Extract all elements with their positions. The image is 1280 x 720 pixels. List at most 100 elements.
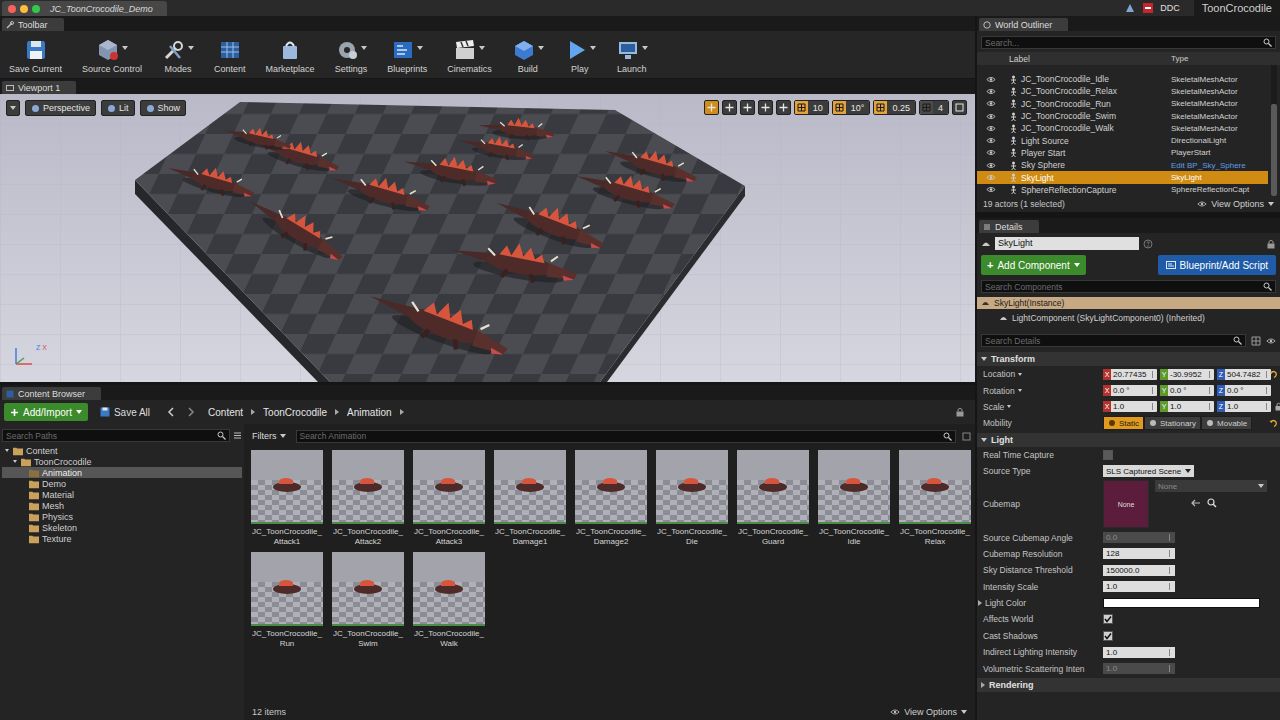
vector-component-field[interactable]: Z504.7482 <box>1217 369 1271 380</box>
view-options-button[interactable]: View Options <box>1197 199 1274 209</box>
vector-component-field[interactable]: Y1.0 <box>1160 401 1214 412</box>
breadcrumb-item[interactable]: Animation <box>347 407 391 418</box>
outliner-row[interactable]: SkyLightSkyLight <box>977 171 1268 183</box>
panel-tab[interactable]: Toolbar <box>2 18 64 31</box>
folder-item[interactable]: ToonCrocodile <box>2 456 242 467</box>
actor-name-field[interactable]: SkyLight <box>995 237 1139 250</box>
toolbar-button[interactable]: Content <box>207 36 253 74</box>
animation-asset[interactable]: JC_ToonCrocodile_Run <box>248 552 326 649</box>
animation-asset[interactable]: JC_ToonCrocodile_Attack2 <box>329 450 407 547</box>
viewport-menu-button[interactable] <box>6 100 20 116</box>
animation-asset[interactable]: JC_ToonCrocodile_Damage1 <box>491 450 569 547</box>
column-header[interactable]: Label <box>1005 54 1171 64</box>
panel-tab[interactable]: World Outliner <box>979 18 1068 31</box>
vector-component-field[interactable]: X1.0 <box>1103 401 1157 412</box>
column-header[interactable]: Type <box>1171 54 1280 63</box>
folder-item[interactable]: Skeleton <box>2 522 242 533</box>
vector-component-field[interactable]: Z1.0 <box>1217 401 1271 412</box>
crocodile-model[interactable] <box>477 114 555 142</box>
checkbox[interactable] <box>1103 450 1113 460</box>
source-control-icon[interactable] <box>1124 2 1136 14</box>
section-header[interactable]: Rendering <box>977 678 1280 692</box>
folder-item[interactable]: Texture <box>2 533 242 544</box>
vector-component-field[interactable]: Z0.0 ° <box>1217 385 1271 396</box>
folder-item[interactable]: Mesh <box>2 500 242 511</box>
folder-item[interactable]: Material <box>2 489 242 500</box>
search-paths-field[interactable]: Search Paths <box>2 429 230 442</box>
source-type-dropdown[interactable]: SLS Captured Scene <box>1103 465 1194 477</box>
details-search-field[interactable]: Search Details <box>981 334 1246 347</box>
folder-item[interactable]: Physics <box>2 511 242 522</box>
toolbar-button[interactable]: Save Current <box>2 36 69 74</box>
crocodile-model[interactable] <box>221 120 294 154</box>
reset-to-default-icon[interactable] <box>1269 419 1278 428</box>
crocodile-model[interactable] <box>448 232 580 290</box>
section-header[interactable]: Light <box>977 433 1280 447</box>
toolbar-button[interactable]: Modes <box>155 36 201 74</box>
outliner-row[interactable]: JC_ToonCrocodile_RelaxSkeletalMeshActor <box>977 85 1268 97</box>
snap-setting[interactable]: 10 <box>794 100 829 115</box>
toolbar-button[interactable]: Settings <box>328 36 375 74</box>
search-assets-field[interactable]: Search Animation <box>296 430 957 443</box>
breadcrumb-separator[interactable] <box>335 409 339 415</box>
history-icon[interactable] <box>962 432 971 441</box>
mobility-option[interactable]: Movable <box>1201 416 1252 430</box>
vector-component-field[interactable]: Y-30.9952 <box>1160 369 1214 380</box>
toolbar-button[interactable]: Launch <box>609 36 655 74</box>
number-field[interactable]: 150000.0 <box>1103 565 1175 576</box>
panel-tab[interactable]: Details <box>979 220 1039 233</box>
animation-asset[interactable]: JC_ToonCrocodile_Idle <box>815 450 893 547</box>
number-field[interactable]: 1.0 <box>1103 581 1175 592</box>
outliner-row[interactable]: Player StartPlayerStart <box>977 147 1268 159</box>
section-header[interactable]: Transform <box>977 352 1280 366</box>
snap-setting[interactable]: 10° <box>832 100 871 115</box>
outliner-row[interactable]: JC_ToonCrocodile_IdleSkeletalMeshActor <box>977 73 1268 85</box>
breadcrumb-separator[interactable] <box>400 409 404 415</box>
toolbar-button[interactable]: Play <box>557 36 603 74</box>
filters-button[interactable]: Filters <box>248 431 290 441</box>
snap-setting[interactable]: 0.25 <box>873 100 916 115</box>
animation-asset[interactable]: JC_ToonCrocodile_Die <box>653 450 731 547</box>
panel-tab[interactable]: Viewport 1 <box>2 81 76 94</box>
transform-tool[interactable] <box>740 100 755 115</box>
maximize-button[interactable] <box>952 100 967 115</box>
mobility-option[interactable]: Stationary <box>1144 416 1201 430</box>
transform-tool[interactable] <box>758 100 773 115</box>
animation-asset[interactable]: JC_ToonCrocodile_Relax <box>896 450 974 547</box>
animation-asset[interactable]: JC_ToonCrocodile_Attack1 <box>248 450 326 547</box>
breadcrumb-separator[interactable] <box>251 409 255 415</box>
panel-tab[interactable]: Content Browser <box>2 387 101 400</box>
cubemap-thumbnail[interactable]: None <box>1103 480 1149 528</box>
scale-lock-icon[interactable] <box>1274 402 1280 411</box>
save-all-button[interactable]: Save All <box>94 407 156 418</box>
outliner-row[interactable]: JC_ToonCrocodile_SwimSkeletalMeshActor <box>977 110 1268 122</box>
viewport-view-button[interactable]: Show <box>140 100 187 116</box>
visibility-eye-icon[interactable] <box>986 186 996 193</box>
window-control[interactable] <box>8 5 16 13</box>
visibility-eye-icon[interactable] <box>986 125 996 132</box>
outliner-row[interactable]: JC_ToonCrocodile_RunSkeletalMeshActor <box>977 98 1268 110</box>
lock-icon[interactable] <box>1266 239 1276 249</box>
mobility-option[interactable]: Static <box>1103 416 1144 430</box>
vector-component-field[interactable]: X0.0 ° <box>1103 385 1157 396</box>
visibility-eye-icon[interactable] <box>986 137 996 144</box>
view-options-button[interactable]: View Options <box>890 707 967 717</box>
component-item[interactable]: SkyLight(Instance) <box>977 297 1280 309</box>
folder-item[interactable]: Demo <box>2 478 242 489</box>
component-item[interactable]: LightComponent (SkyLightComponent0) (Inh… <box>977 312 1280 324</box>
reset-to-default-icon[interactable] <box>1269 370 1278 379</box>
forward-arrow-icon[interactable] <box>186 407 196 417</box>
animation-asset[interactable]: JC_ToonCrocodile_Attack3 <box>410 450 488 547</box>
toolbar-button[interactable]: Marketplace <box>259 36 322 74</box>
outliner-row[interactable]: Sky SphereEdit BP_Sky_Sphere <box>977 159 1268 171</box>
visibility-eye-icon[interactable] <box>986 100 996 107</box>
cubemap-asset-dropdown[interactable]: None <box>1155 480 1267 492</box>
vector-component-field[interactable]: X20.77435 <box>1103 369 1157 380</box>
visibility-eye-icon[interactable] <box>986 88 996 95</box>
crocodile-model[interactable] <box>328 164 434 218</box>
add-component-button[interactable]: +Add Component <box>981 255 1086 275</box>
blueprint-add-script-button[interactable]: Blueprint/Add Script <box>1158 255 1276 275</box>
viewport-view-button[interactable]: Lit <box>101 100 135 116</box>
crocodile-model[interactable] <box>573 162 679 216</box>
transform-tool[interactable] <box>776 100 791 115</box>
